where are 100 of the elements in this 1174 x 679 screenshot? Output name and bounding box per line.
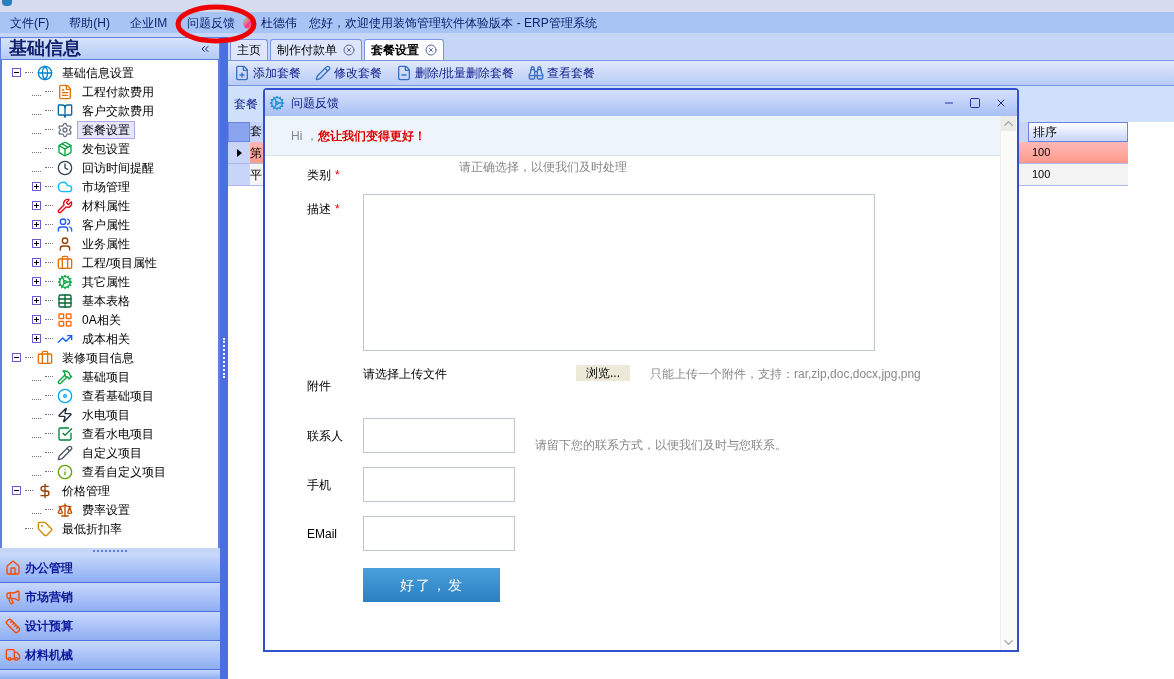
ruler-icon <box>5 618 21 634</box>
required-mark: * <box>335 167 340 184</box>
gear-icon <box>57 121 73 138</box>
tree-item[interactable]: 费率设置 <box>77 500 135 519</box>
truck-icon <box>5 647 21 663</box>
tab[interactable]: 制作付款单 <box>270 39 362 60</box>
section-bar[interactable]: 设计预算 <box>0 612 220 641</box>
grid-icon <box>57 311 73 328</box>
expand-toggle[interactable] <box>32 201 41 210</box>
close-icon[interactable] <box>343 44 355 56</box>
table-cell-text: 第 <box>250 144 262 162</box>
package-icon <box>57 140 73 157</box>
app-logo-icon <box>2 0 12 6</box>
row-header-corner <box>228 122 250 142</box>
maximize-icon[interactable] <box>969 97 981 109</box>
info-icon <box>57 463 73 480</box>
wrench-icon <box>57 197 73 214</box>
table-cell-text: 平 <box>250 166 262 184</box>
input-field[interactable] <box>363 467 515 502</box>
contact-hint: 请留下您的联系方式，以便我们及时与您联系。 <box>535 436 787 454</box>
field-label: 类别 <box>307 167 331 184</box>
tree-item[interactable]: 发包设置 <box>77 139 135 158</box>
tab[interactable]: 套餐设置 <box>364 39 444 60</box>
tree-item[interactable]: 业务属性 <box>77 234 135 253</box>
required-mark: * <box>335 201 340 218</box>
greeting-text: Hi ，您让我们变得更好！ <box>291 127 426 145</box>
table-cell-text: 100 <box>1031 145 1052 161</box>
globe-icon <box>37 64 53 81</box>
section-bar[interactable]: 材料机械 <box>0 641 220 670</box>
person-icon <box>57 235 73 252</box>
tree-item[interactable]: 查看自定义项目 <box>77 462 171 481</box>
toolbar-button[interactable]: 查看套餐 <box>528 64 596 82</box>
close-icon[interactable] <box>995 97 1007 109</box>
tree-item[interactable]: 客户交款费用 <box>77 101 159 120</box>
tree-item[interactable]: 回访时间提醒 <box>77 158 159 177</box>
field-label: EMail <box>307 525 337 543</box>
panel-title: 基础信息 <box>9 37 81 60</box>
tree-item[interactable]: 最低折扣率 <box>57 519 127 538</box>
input-field[interactable] <box>363 516 515 551</box>
tree-item[interactable]: 其它属性 <box>77 272 135 291</box>
tree-item[interactable]: 市场管理 <box>77 177 135 196</box>
collapse-toggle[interactable] <box>12 353 21 362</box>
expand-toggle[interactable] <box>32 315 41 324</box>
pencil-icon <box>315 65 331 81</box>
tree-item[interactable]: 成本相关 <box>77 329 135 348</box>
section-bar[interactable]: 市场营销 <box>0 583 220 612</box>
tree-item[interactable]: 价格管理 <box>57 481 115 500</box>
expand-toggle[interactable] <box>32 220 41 229</box>
tree-item[interactable]: 0A相关 <box>77 310 126 329</box>
table-cell-text: 100 <box>1031 167 1052 183</box>
toolbar-button[interactable]: 修改套餐 <box>315 64 382 82</box>
tree-item[interactable]: 水电项目 <box>77 405 135 424</box>
menu-item[interactable]: 帮助(H) <box>69 15 110 30</box>
tree-item[interactable]: 装修项目信息 <box>57 348 139 367</box>
tree-item[interactable]: 自定义项目 <box>77 443 147 462</box>
tab[interactable]: 主页 <box>230 39 268 60</box>
expand-toggle[interactable] <box>32 296 41 305</box>
tree-item[interactable]: 客户属性 <box>77 215 135 234</box>
submit-button[interactable]: 好了，发 <box>363 568 500 602</box>
document-icon <box>57 83 73 100</box>
tree-item[interactable]: 基础项目 <box>77 367 135 386</box>
tree-item[interactable]: 查看基础项目 <box>77 386 159 405</box>
binoculars-icon <box>528 65 545 81</box>
input-field[interactable] <box>363 418 515 453</box>
cog-icon <box>57 273 73 290</box>
tree-item[interactable]: 基本表格 <box>77 291 135 310</box>
field-label: 手机 <box>307 476 331 494</box>
category-select[interactable]: 请正确选择，以便我们及时处理 <box>459 158 627 176</box>
expand-toggle[interactable] <box>32 334 41 343</box>
people-icon <box>57 216 73 233</box>
close-icon[interactable] <box>425 44 437 56</box>
menu-item[interactable]: 企业IM <box>130 15 168 30</box>
collapse-toggle[interactable] <box>12 68 21 77</box>
book-icon <box>57 102 73 119</box>
menu-item[interactable]: 文件(F) <box>10 15 50 30</box>
dialog-title: 问题反馈 <box>291 95 339 112</box>
tree-item[interactable]: 工程/项目属性 <box>77 253 163 272</box>
browse-button[interactable]: 浏览... <box>576 365 630 381</box>
tree-item[interactable]: 工程付款费用 <box>77 82 159 101</box>
expand-toggle[interactable] <box>32 277 41 286</box>
tree-item[interactable]: 基础信息设置 <box>57 63 139 82</box>
check-icon <box>57 425 73 442</box>
column-header: 套 <box>250 122 262 142</box>
section-bar[interactable]: 办公管理 <box>0 554 220 583</box>
description-field[interactable] <box>363 194 875 351</box>
welcome-text: 您好，欢迎使用装饰管理软件体验版本 - ERP管理系统 <box>309 14 597 32</box>
expand-toggle[interactable] <box>32 258 41 267</box>
splitter-handle[interactable] <box>222 338 226 378</box>
collapse-toggle[interactable] <box>12 486 21 495</box>
expand-toggle[interactable] <box>32 182 41 191</box>
scales-icon <box>57 501 73 518</box>
tree-item[interactable]: 查看水电项目 <box>77 424 159 443</box>
tree-item[interactable]: 材料属性 <box>77 196 135 215</box>
upload-hint: 只能上传一个附件，支持：rar,zip,doc,docx,jpg,png <box>650 366 921 383</box>
toolbar-button[interactable]: 添加套餐 <box>234 64 301 82</box>
toolbar-button[interactable]: 删除/批量删除套餐 <box>396 64 515 82</box>
expand-toggle[interactable] <box>32 239 41 248</box>
column-header: 排序 <box>1028 122 1128 142</box>
disc-icon <box>57 387 73 404</box>
tree-item[interactable]: 套餐设置 <box>77 120 135 139</box>
